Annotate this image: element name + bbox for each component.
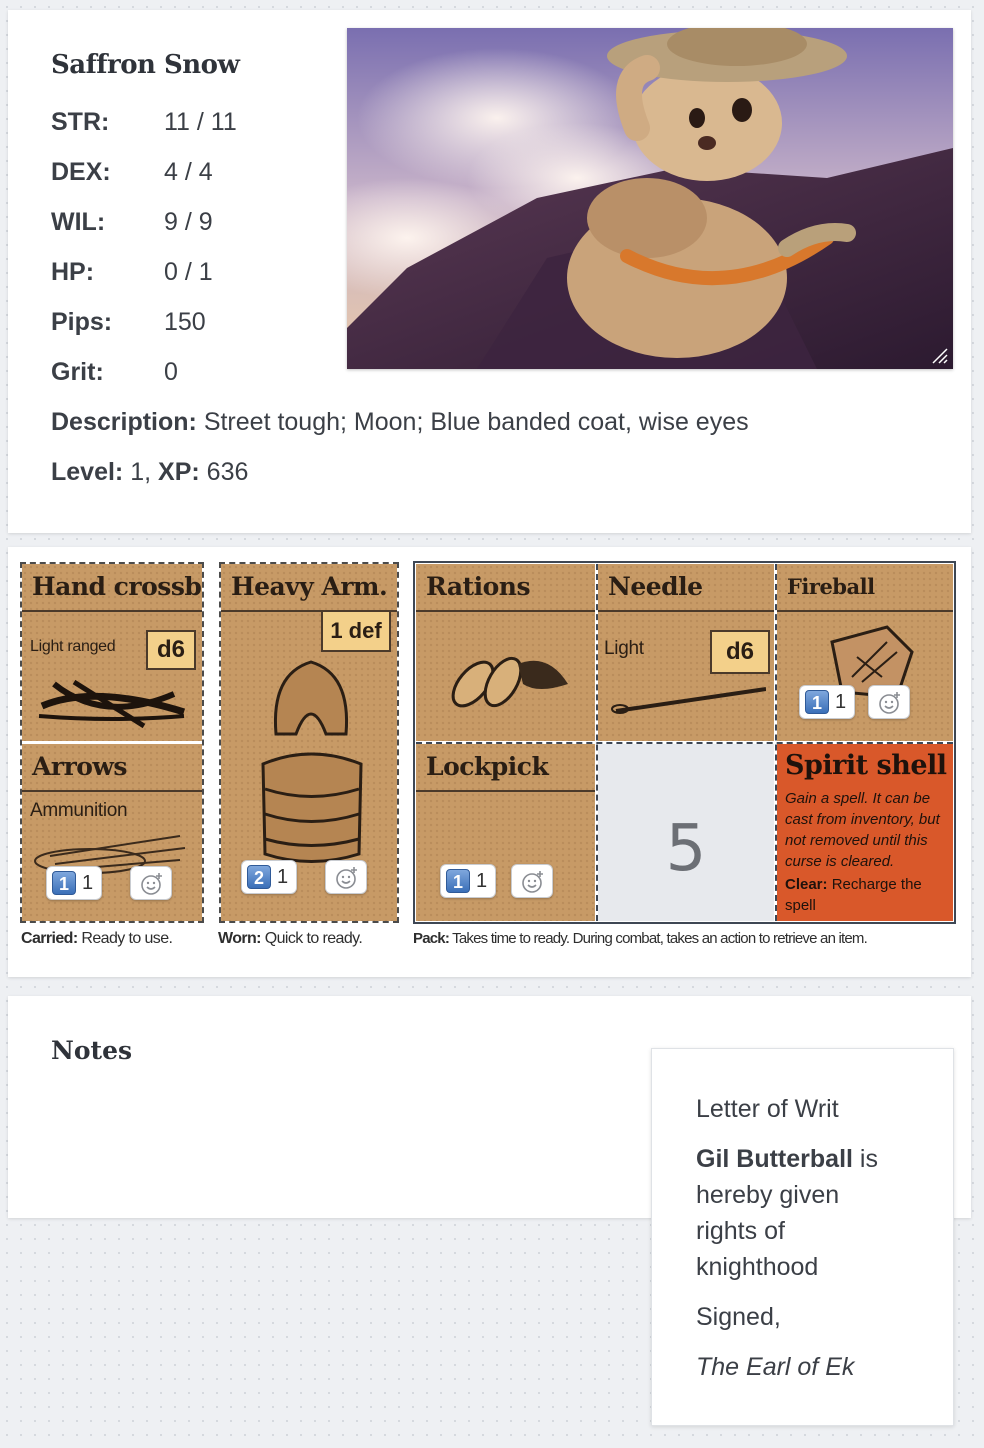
add-emoji-icon [522, 871, 543, 893]
add-reaction-button[interactable] [130, 866, 172, 900]
stat-value: 0 / 1 [164, 258, 213, 286]
condition-text: Gain a spell. It can be cast from invent… [785, 790, 940, 870]
letter-heading: Letter of Writ [696, 1095, 839, 1123]
notes-title: Notes [51, 1036, 133, 1065]
xp-value: 636 [206, 458, 249, 486]
rations-icon [451, 656, 568, 708]
item-fireball[interactable]: Fireball 1 1 [777, 564, 953, 741]
character-portrait[interactable] [347, 28, 953, 369]
level-row: Level: 1, XP: 636 [51, 458, 249, 486]
usage-count: 1 [835, 690, 847, 713]
level-label: Level: [51, 458, 124, 486]
description-text: Street tough; Moon; Blue banded coat, wi… [203, 408, 749, 436]
add-emoji-icon [336, 867, 357, 889]
letter-line: hereby given [696, 1181, 840, 1209]
letter-line: rights of [696, 1217, 785, 1245]
usage-badge: 1 [805, 690, 829, 714]
usage-counter[interactable]: 2 1 [241, 860, 298, 894]
stat-value: 9 / 9 [164, 208, 213, 236]
add-emoji-icon [879, 692, 900, 714]
usage-badge: 2 [247, 865, 271, 889]
damage-tag: d6 [710, 630, 770, 674]
letter-line: knighthood [696, 1253, 819, 1281]
usage-counter[interactable]: 1 1 [46, 866, 103, 900]
usage-badge: 1 [52, 871, 76, 895]
resize-handle-icon[interactable] [929, 345, 949, 365]
inventory-card: Hand crossbow Light ranged d6 Arrows Amm… [8, 547, 971, 977]
stat-value: 11 / 11 [164, 108, 237, 136]
caption-label: Pack: [413, 930, 450, 947]
stat-label: HP: [51, 258, 95, 286]
usage-badge: 1 [446, 869, 470, 893]
pack-divider [775, 564, 777, 921]
stat-value: 4 / 4 [164, 158, 213, 186]
add-emoji-icon [141, 873, 162, 895]
item-spirit-shell[interactable]: Spirit shell Gain a spell. It can be cas… [777, 744, 953, 921]
letter-text: is [859, 1145, 878, 1173]
usage-counter[interactable]: 1 1 [799, 685, 856, 719]
armor-icon [261, 660, 363, 863]
clear-label: Clear: [785, 876, 828, 893]
caption-text: Ready to use. [81, 930, 173, 947]
pack-divider [596, 564, 598, 921]
item-needle[interactable]: Needle Light d6 [598, 564, 774, 741]
stat-label: DEX: [51, 158, 111, 186]
item-rations[interactable]: Rations [416, 564, 595, 741]
needle-icon [611, 687, 766, 714]
letter-of-writ-note[interactable]: Letter of Writ Gil Butterball is hereby … [651, 1048, 954, 1426]
carried-caption: Carried: Ready to use. [21, 930, 173, 948]
xp-label: XP: [158, 458, 200, 486]
item-arrows[interactable]: Arrows Ammunition 1 1 [22, 744, 202, 921]
item-title: Needle [598, 564, 774, 612]
letter-signed: Signed, [696, 1303, 781, 1331]
usage-count: 1 [277, 865, 289, 888]
description-row: Description: Street tough; Moon; Blue ba… [51, 408, 749, 437]
pack-divider [416, 742, 953, 744]
empty-slot[interactable]: 5 [598, 744, 774, 921]
caption-label: Carried: [21, 930, 78, 947]
stat-label: STR: [51, 108, 110, 136]
stat-label: Pips: [51, 308, 113, 336]
level-value: 1 [130, 458, 145, 486]
defense-tag: 1 def [321, 610, 391, 652]
item-title: Rations [416, 564, 595, 612]
stat-value: 0 [164, 358, 178, 386]
crossbow-icon [38, 679, 186, 729]
item-title: Arrows [22, 744, 202, 792]
item-lockpick[interactable]: Lockpick 1 1 [416, 744, 595, 921]
character-card: Saffron Snow STR: 11 / 11 DEX: 4 / 4 WIL… [8, 10, 971, 533]
worn-caption: Worn: Quick to ready. [218, 930, 363, 948]
usage-counter[interactable]: 1 1 [440, 864, 497, 898]
caption-text: Quick to ready. [264, 930, 363, 947]
letter-recipient: Gil Butterball [696, 1145, 853, 1173]
item-title: Hand crossbow [22, 564, 202, 612]
item-subtitle: Ammunition [30, 800, 128, 821]
stat-value: 150 [164, 308, 206, 336]
usage-count: 1 [476, 869, 488, 892]
pack-caption: Pack: Takes time to ready. During combat… [413, 930, 868, 947]
add-reaction-button[interactable] [868, 685, 910, 719]
item-title: Lockpick [416, 744, 595, 792]
item-subtitle: Light ranged [30, 638, 116, 655]
item-title: Fireball [777, 564, 953, 612]
caption-label: Worn: [218, 930, 262, 947]
description-label: Description: [51, 408, 197, 436]
letter-signature: The Earl of Ek [696, 1353, 855, 1381]
condition-clear: Clear: Recharge the spell [785, 874, 949, 916]
stat-label: Grit: [51, 358, 104, 386]
stat-label: WIL: [51, 208, 106, 236]
item-subtitle: Light [604, 638, 644, 659]
item-title: Heavy Arm. [221, 564, 397, 612]
portrait-image [347, 28, 953, 369]
condition-title: Spirit shell [785, 750, 947, 781]
item-heavy-armor[interactable]: Heavy Arm. 1 def 2 1 [221, 564, 397, 921]
letter-line: Gil Butterball is [696, 1145, 878, 1174]
caption-text: Takes time to ready. During combat, take… [452, 930, 868, 947]
add-reaction-button[interactable] [511, 864, 553, 898]
add-reaction-button[interactable] [325, 860, 367, 894]
character-name: Saffron Snow [51, 50, 240, 80]
item-hand-crossbow[interactable]: Hand crossbow Light ranged d6 [22, 564, 202, 741]
usage-count: 1 [82, 871, 94, 894]
